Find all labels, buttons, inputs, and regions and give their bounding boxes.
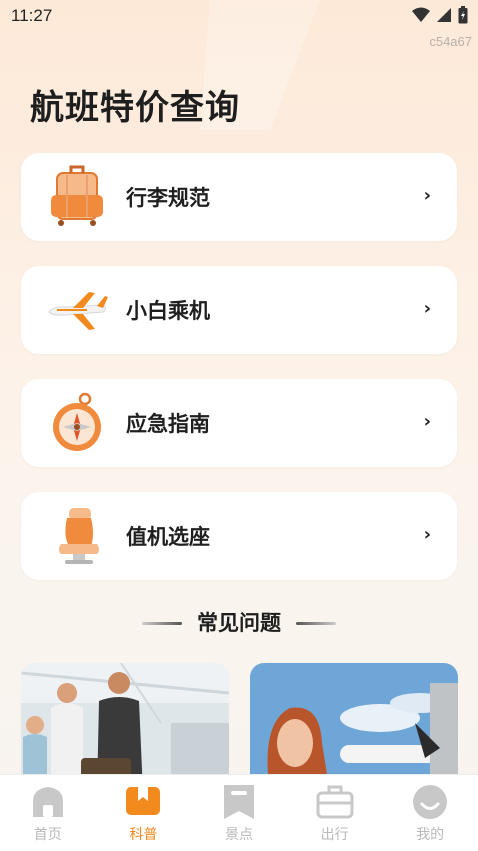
build-id: c54a67 xyxy=(429,34,472,49)
card-check-in-seat[interactable]: 值机选座 › xyxy=(21,492,457,580)
tab-attractions[interactable]: 景点 xyxy=(191,775,287,851)
book-icon xyxy=(126,787,161,815)
tab-label: 科普 xyxy=(129,827,158,843)
bottom-tab-bar: 首页 科普 景点 出行 我的 xyxy=(0,774,478,851)
card-label: 小白乘机 xyxy=(126,299,210,323)
profile-icon xyxy=(413,785,448,819)
tab-travel[interactable]: 出行 xyxy=(287,775,383,851)
page-title: 航班特价查询 xyxy=(30,88,240,128)
card-emergency-guide[interactable]: 应急指南 › xyxy=(21,379,457,467)
tab-label: 首页 xyxy=(33,827,62,843)
tab-label: 我的 xyxy=(416,827,445,843)
status-time: 11:27 xyxy=(11,6,53,25)
card-label: 应急指南 xyxy=(126,412,210,436)
divider-left xyxy=(141,622,182,625)
tab-home[interactable]: 首页 xyxy=(0,775,96,851)
card-label: 值机选座 xyxy=(126,525,210,549)
signal-icon xyxy=(437,8,451,22)
faq-heading: 常见问题 xyxy=(0,607,478,637)
bookmark-icon xyxy=(223,785,254,819)
chevron-right-icon: › xyxy=(423,411,431,432)
compass-icon xyxy=(53,392,101,451)
airplane-icon xyxy=(48,292,108,330)
tab-science[interactable]: 科普 xyxy=(96,775,192,851)
tab-profile[interactable]: 我的 xyxy=(382,775,478,851)
chevron-right-icon: › xyxy=(423,524,431,545)
wifi-icon xyxy=(412,7,430,22)
tab-label: 出行 xyxy=(320,827,349,843)
battery-icon xyxy=(458,6,468,24)
tab-label: 景点 xyxy=(224,827,253,843)
card-label: 行李规范 xyxy=(126,186,210,210)
chevron-right-icon: › xyxy=(423,185,431,206)
divider-right xyxy=(296,622,337,625)
seat-icon xyxy=(59,508,99,564)
faq-title: 常见问题 xyxy=(197,611,281,635)
card-luggage-rules[interactable]: 行李规范 › xyxy=(21,153,457,241)
chevron-right-icon: › xyxy=(423,298,431,319)
luggage-icon xyxy=(51,165,103,226)
status-icons xyxy=(412,6,468,24)
home-icon xyxy=(32,787,63,817)
briefcase-icon xyxy=(316,785,354,819)
card-first-flight[interactable]: 小白乘机 › xyxy=(21,266,457,354)
